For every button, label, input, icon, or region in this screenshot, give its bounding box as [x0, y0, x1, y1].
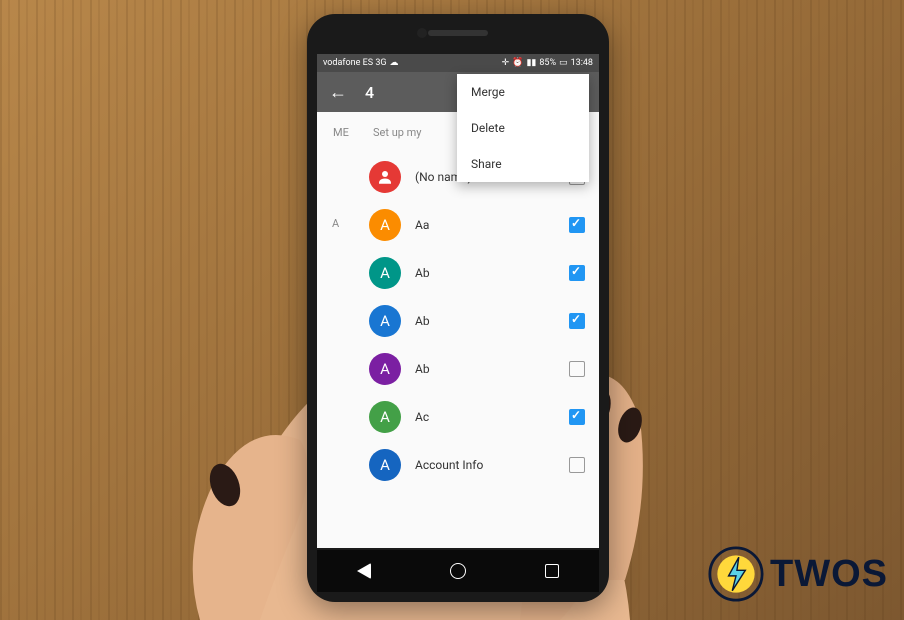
battery-pct: 85%: [539, 58, 556, 68]
contact-checkbox[interactable]: [569, 217, 585, 233]
contact-name: Ab: [415, 362, 569, 376]
avatar-letter: A: [369, 401, 401, 433]
selection-count: 4: [365, 83, 374, 102]
carrier-label: vodafone ES 3G: [323, 58, 387, 68]
phone-screen: vodafone ES 3G ☁ ✛ ⏰ ▮▮ 85% ▭ 13:48 ← 4 …: [317, 54, 599, 548]
phone-frame: vodafone ES 3G ☁ ✛ ⏰ ▮▮ 85% ▭ 13:48 ← 4 …: [307, 14, 609, 602]
section-letter: A: [332, 217, 339, 230]
twos-watermark: TWOS: [708, 546, 888, 602]
menu-item-delete[interactable]: Delete: [457, 110, 589, 146]
menu-item-merge[interactable]: Merge: [457, 74, 589, 110]
location-icon: ✛: [502, 58, 510, 68]
avatar-letter: A: [369, 209, 401, 241]
contact-name: Ac: [415, 410, 569, 424]
avatar-icon: [369, 161, 401, 193]
overflow-popup-menu: Merge Delete Share: [457, 74, 589, 182]
battery-icon: ▭: [559, 58, 568, 68]
alarm-icon: ⏰: [512, 58, 523, 68]
watermark-text: TWOS: [770, 553, 888, 596]
android-nav-bar: [317, 550, 599, 592]
contact-name: Ab: [415, 266, 569, 280]
contact-list: (No name) A A Aa A Ab A Ab A Ab: [317, 153, 599, 489]
contact-row[interactable]: A Account Info: [317, 441, 599, 489]
avatar-letter: A: [369, 353, 401, 385]
phone-speaker: [428, 30, 488, 36]
status-bar: vodafone ES 3G ☁ ✛ ⏰ ▮▮ 85% ▭ 13:48: [317, 54, 599, 72]
menu-item-share[interactable]: Share: [457, 146, 589, 182]
contact-row[interactable]: A Ac: [317, 393, 599, 441]
contact-checkbox[interactable]: [569, 313, 585, 329]
phone-camera: [417, 28, 427, 38]
lightning-icon: [708, 546, 764, 602]
nav-home-icon[interactable]: [450, 563, 466, 579]
avatar-letter: A: [369, 449, 401, 481]
contact-checkbox[interactable]: [569, 265, 585, 281]
me-setup-text: Set up my: [373, 126, 422, 139]
contact-name: Ab: [415, 314, 569, 328]
contact-row[interactable]: A Ab: [317, 345, 599, 393]
contact-row[interactable]: A Ab: [317, 249, 599, 297]
contact-name: Account Info: [415, 458, 569, 472]
me-label: ME: [333, 126, 373, 139]
cloud-icon: ☁: [390, 58, 399, 68]
avatar-letter: A: [369, 305, 401, 337]
contact-row[interactable]: A Ab: [317, 297, 599, 345]
contact-checkbox[interactable]: [569, 361, 585, 377]
nav-recent-icon[interactable]: [545, 564, 559, 578]
back-arrow-icon[interactable]: ←: [329, 82, 347, 103]
contact-checkbox[interactable]: [569, 409, 585, 425]
contact-name: Aa: [415, 218, 569, 232]
clock: 13:48: [571, 58, 593, 68]
nav-back-icon[interactable]: [357, 563, 371, 579]
avatar-letter: A: [369, 257, 401, 289]
contact-checkbox[interactable]: [569, 457, 585, 473]
signal-icon: ▮▮: [526, 58, 536, 68]
contact-row[interactable]: A A Aa: [317, 201, 599, 249]
